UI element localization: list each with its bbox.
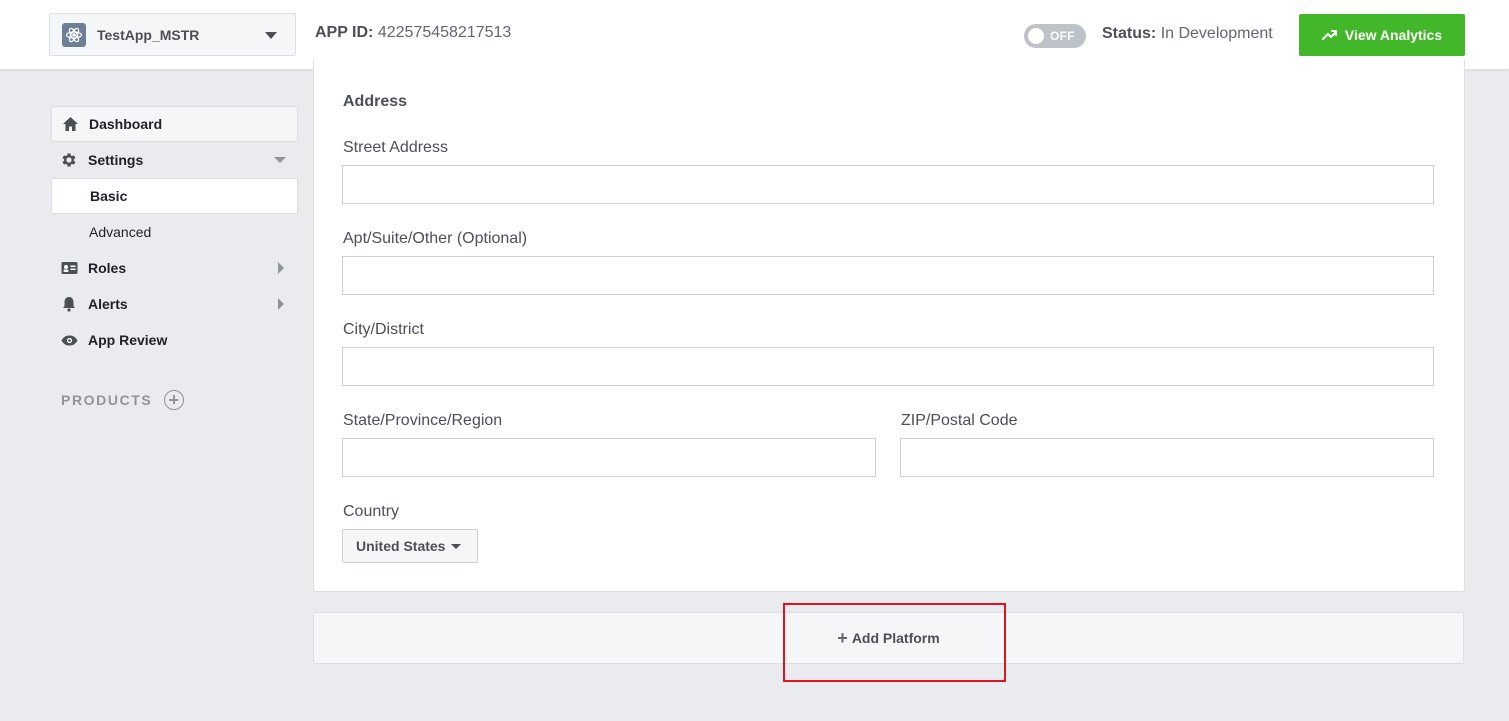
- sidebar-item-label: App Review: [88, 332, 168, 348]
- chevron-down-icon: [265, 32, 277, 39]
- products-section-header: PRODUCTS: [61, 390, 185, 410]
- plus-circle-icon[interactable]: [164, 390, 185, 410]
- sidebar-subitem-label: Advanced: [89, 224, 152, 240]
- app-status: Status: In Development: [1102, 25, 1273, 43]
- status-label: Status:: [1102, 25, 1157, 42]
- app-selector-dropdown[interactable]: TestApp_MSTR: [49, 13, 296, 56]
- app-id-label: APP ID:: [315, 24, 374, 41]
- address-form-card: Address Street Address Apt/Suite/Other (…: [313, 60, 1465, 592]
- street-address-input[interactable]: [342, 165, 1434, 204]
- sidebar-subitem-advanced[interactable]: Advanced: [51, 214, 298, 250]
- development-mode-toggle[interactable]: OFF: [1024, 24, 1086, 48]
- sidebar-subitem-label: Basic: [90, 188, 128, 204]
- apt-suite-label: Apt/Suite/Other (Optional): [343, 230, 528, 247]
- country-label: Country: [343, 503, 400, 520]
- chevron-right-icon: [278, 262, 284, 274]
- app-id: APP ID: 422575458217513: [315, 24, 511, 42]
- toggle-knob: [1028, 28, 1044, 44]
- view-analytics-button[interactable]: View Analytics: [1299, 14, 1465, 56]
- toggle-text: OFF: [1050, 29, 1075, 43]
- id-card-icon: [60, 259, 78, 277]
- zip-postal-input[interactable]: [900, 438, 1434, 477]
- city-district-input[interactable]: [342, 347, 1434, 386]
- sidebar-item-app-review[interactable]: App Review: [51, 322, 298, 358]
- sidebar-subitem-basic[interactable]: Basic: [51, 178, 298, 214]
- atom-icon: [62, 22, 86, 47]
- chevron-right-icon: [278, 298, 284, 310]
- add-platform-button[interactable]: + Add Platform: [313, 612, 1464, 664]
- country-selected-value: United States: [356, 538, 446, 554]
- country-select[interactable]: United States: [342, 529, 478, 563]
- gear-icon: [60, 151, 78, 169]
- add-platform-label: Add Platform: [851, 630, 940, 646]
- sidebar-item-settings[interactable]: Settings: [51, 142, 298, 178]
- section-title: Address: [343, 93, 408, 110]
- sidebar-item-roles[interactable]: Roles: [51, 250, 298, 286]
- home-icon: [61, 115, 79, 133]
- city-district-label: City/District: [343, 321, 424, 338]
- plus-icon: +: [837, 627, 848, 648]
- sidebar-item-alerts[interactable]: Alerts: [51, 286, 298, 322]
- chevron-down-icon: [274, 157, 286, 163]
- state-province-input[interactable]: [342, 438, 876, 477]
- trending-up-icon: [1321, 30, 1337, 40]
- chevron-down-icon: [451, 543, 462, 549]
- sidebar-item-label: Roles: [88, 260, 127, 276]
- status-value: In Development: [1160, 25, 1273, 42]
- eye-icon: [60, 331, 78, 349]
- sidebar-item-label: Dashboard: [89, 116, 163, 132]
- view-analytics-label: View Analytics: [1344, 27, 1443, 43]
- sidebar-nav: Dashboard Settings Basic Advanced Roles: [51, 106, 298, 358]
- zip-postal-label: ZIP/Postal Code: [901, 412, 1018, 429]
- app-id-value: 422575458217513: [377, 24, 512, 41]
- bell-icon: [60, 295, 78, 313]
- state-province-label: State/Province/Region: [343, 412, 503, 429]
- products-label: PRODUCTS: [61, 392, 153, 408]
- apt-suite-input[interactable]: [342, 256, 1434, 295]
- sidebar-item-dashboard[interactable]: Dashboard: [51, 106, 298, 142]
- sidebar-item-label: Alerts: [88, 296, 128, 312]
- street-address-label: Street Address: [343, 139, 448, 156]
- app-name: TestApp_MSTR: [97, 26, 200, 43]
- sidebar-item-label: Settings: [88, 152, 144, 168]
